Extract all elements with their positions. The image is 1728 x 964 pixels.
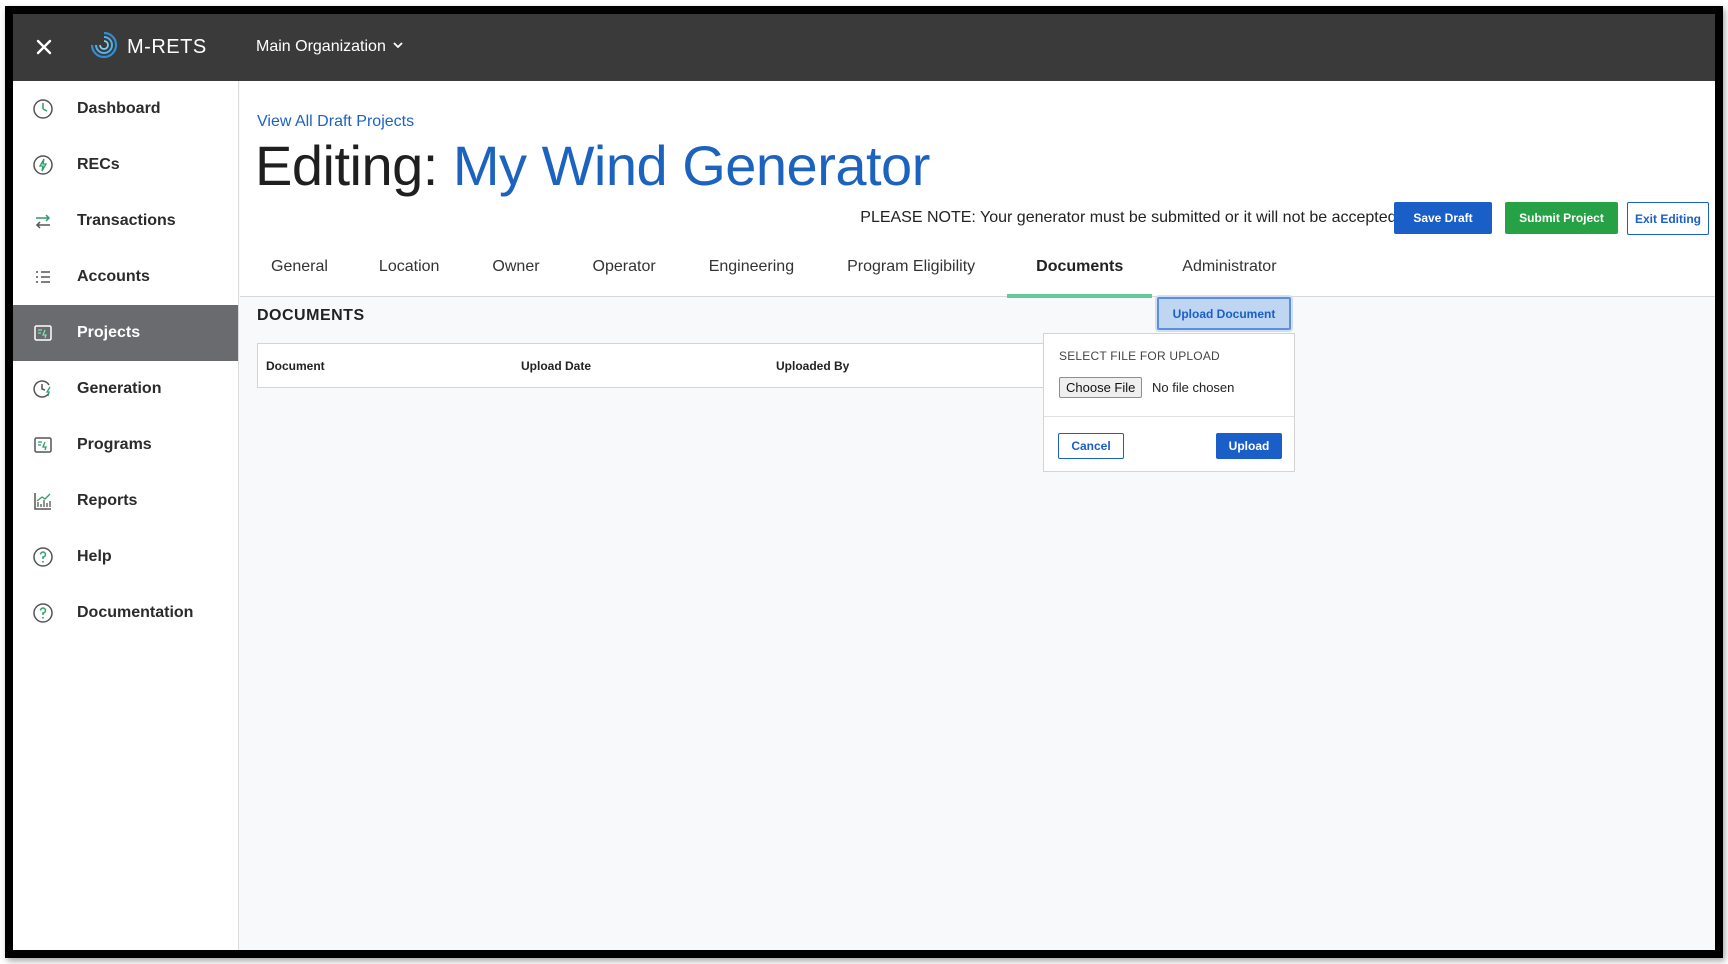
- chevron-down-icon: [392, 38, 404, 56]
- upload-button[interactable]: Upload: [1216, 433, 1282, 459]
- organization-dropdown[interactable]: Main Organization: [256, 38, 404, 56]
- lightning-circle-icon: [31, 153, 55, 177]
- sidebar-item-transactions[interactable]: Transactions: [13, 193, 238, 249]
- column-header-uploaded-by[interactable]: Uploaded By: [776, 359, 849, 373]
- sidebar-item-label: Reports: [77, 492, 138, 509]
- sidebar-item-label: Projects: [77, 324, 141, 341]
- main-content: View All Draft Projects Editing: My Wind…: [240, 81, 1715, 950]
- brand-name: M-RETS: [127, 36, 207, 58]
- sidebar-item-label: Transactions: [77, 212, 176, 229]
- upload-document-button[interactable]: Upload Document: [1157, 297, 1291, 330]
- title-prefix: Editing:: [255, 134, 438, 197]
- sidebar-item-label: Help: [77, 548, 112, 565]
- project-name: My Wind Generator: [452, 134, 931, 197]
- sidebar-item-help[interactable]: Help: [13, 529, 238, 585]
- no-file-chosen-text: No file chosen: [1152, 380, 1235, 395]
- sidebar-item-label: Generation: [77, 380, 162, 397]
- brand-logo[interactable]: M-RETS: [89, 30, 207, 65]
- sidebar-item-programs[interactable]: Programs: [13, 417, 238, 473]
- question-circle-icon: [31, 545, 55, 569]
- sidebar-item-reports[interactable]: Reports: [13, 473, 238, 529]
- exit-editing-button[interactable]: Exit Editing: [1627, 202, 1709, 235]
- sidebar-item-label: Programs: [77, 436, 152, 453]
- column-header-upload-date[interactable]: Upload Date: [521, 359, 591, 373]
- tab-program-eligibility[interactable]: Program Eligibility: [847, 237, 975, 297]
- divider: [1044, 416, 1294, 417]
- view-all-drafts-link[interactable]: View All Draft Projects: [257, 113, 414, 131]
- project-header: View All Draft Projects Editing: My Wind…: [240, 81, 1715, 298]
- sidebar-item-label: Documentation: [77, 604, 194, 621]
- tab-operator[interactable]: Operator: [593, 237, 656, 297]
- close-icon[interactable]: [31, 34, 57, 60]
- sidebar-item-recs[interactable]: RECs: [13, 137, 238, 193]
- sidebar-item-label: Dashboard: [77, 100, 161, 117]
- sidebar-item-generation[interactable]: Generation: [13, 361, 238, 417]
- sidebar-item-projects[interactable]: Projects: [13, 305, 238, 361]
- page-title: Editing: My Wind Generator: [255, 133, 930, 198]
- sidebar-item-label: Accounts: [77, 268, 150, 285]
- project-tabs: General Location Owner Operator Engineer…: [240, 237, 1277, 298]
- bar-chart-icon: [31, 489, 55, 513]
- sidebar-item-label: RECs: [77, 156, 120, 173]
- cancel-button[interactable]: Cancel: [1058, 433, 1124, 459]
- popover-title: SELECT FILE FOR UPLOAD: [1059, 349, 1220, 363]
- organization-name: Main Organization: [256, 38, 386, 55]
- documents-table: Document Upload Date Uploaded By: [257, 343, 1157, 388]
- documents-section-title: DOCUMENTS: [257, 307, 365, 324]
- sidebar-item-accounts[interactable]: Accounts: [13, 249, 238, 305]
- list-icon: [31, 265, 55, 289]
- tab-location[interactable]: Location: [379, 237, 440, 297]
- tab-general[interactable]: General: [271, 237, 328, 297]
- project-card-icon: [31, 321, 55, 345]
- sidebar-item-dashboard[interactable]: Dashboard: [13, 81, 238, 137]
- tab-administrator[interactable]: Administrator: [1182, 237, 1276, 297]
- clock-dial-icon: [31, 97, 55, 121]
- swirl-logo-icon: [89, 30, 119, 65]
- tab-owner[interactable]: Owner: [492, 237, 539, 297]
- clock-lightning-icon: [31, 377, 55, 401]
- sidebar: Dashboard RECs Transactions Accounts Pro…: [13, 81, 239, 950]
- app-window: M-RETS Main Organization Dashboard RECs …: [5, 6, 1723, 958]
- save-draft-button[interactable]: Save Draft: [1394, 202, 1492, 234]
- program-card-icon: [31, 433, 55, 457]
- sidebar-item-documentation[interactable]: Documentation: [13, 585, 238, 641]
- submission-note: PLEASE NOTE: Your generator must be subm…: [860, 209, 1401, 226]
- tab-documents[interactable]: Documents: [1007, 237, 1153, 298]
- column-header-document[interactable]: Document: [266, 359, 325, 373]
- top-bar: M-RETS Main Organization: [13, 14, 1715, 81]
- arrows-swap-icon: [31, 209, 55, 233]
- choose-file-button[interactable]: Choose File: [1059, 377, 1143, 398]
- upload-file-popover: SELECT FILE FOR UPLOAD Choose File No fi…: [1043, 333, 1295, 472]
- question-circle-icon: [31, 601, 55, 625]
- submit-project-button[interactable]: Submit Project: [1505, 202, 1618, 234]
- tab-engineering[interactable]: Engineering: [709, 237, 794, 297]
